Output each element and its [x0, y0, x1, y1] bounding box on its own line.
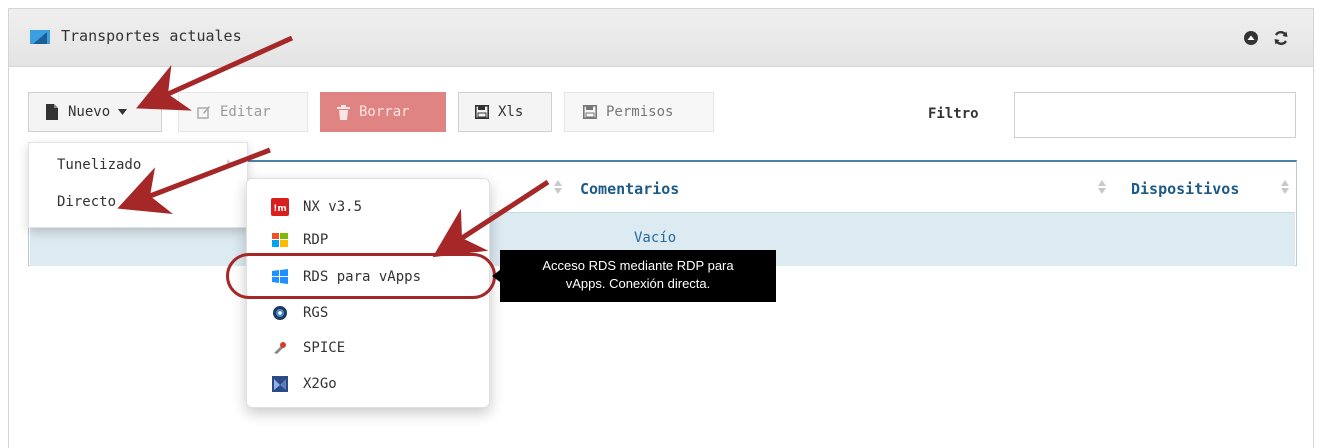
submenu-item-nx[interactable]: !m NX v3.5 [271, 196, 362, 218]
sort-icon[interactable] [1098, 180, 1106, 194]
save-icon [583, 105, 597, 119]
save-icon [475, 105, 489, 119]
permissions-button[interactable]: Permisos [564, 92, 714, 132]
panel-title: Transportes actuales [61, 27, 242, 45]
trash-icon [337, 104, 350, 120]
caret-down-icon [118, 109, 128, 115]
sort-icon[interactable] [1281, 180, 1289, 194]
panel-header: Transportes actuales [9, 9, 1313, 67]
new-button[interactable]: Nuevo [28, 92, 162, 132]
submenu-item-rgs[interactable]: RGS [271, 302, 328, 324]
spice-icon [274, 342, 286, 354]
submenu-item-label: RGS [303, 305, 329, 321]
tooltip-line: Acceso RDS mediante RDP para [542, 258, 734, 273]
new-dropdown-menu: Tunelizado Directo [28, 142, 248, 228]
edit-button-label: Editar [220, 104, 271, 120]
tooltip-line: vApps. Conexión directa. [565, 276, 711, 291]
sort-icon[interactable] [554, 180, 562, 194]
delete-button-label: Borrar [359, 104, 410, 120]
submenu-item-x2go[interactable]: X2Go [271, 373, 337, 395]
menu-item-direct[interactable]: Directo [57, 194, 116, 210]
collapse-icon[interactable] [1243, 30, 1259, 46]
x2go-icon [272, 376, 288, 392]
tooltip-arrow [492, 270, 500, 282]
filter-input[interactable] [1014, 92, 1296, 138]
submenu-item-label: NX v3.5 [303, 199, 363, 215]
xls-button[interactable]: Xls [458, 92, 552, 132]
menu-item-tunneled[interactable]: Tunelizado [57, 157, 141, 173]
refresh-icon[interactable] [1273, 30, 1289, 46]
file-icon [46, 104, 58, 120]
rgs-icon [273, 306, 287, 320]
new-button-label: Nuevo [68, 104, 111, 120]
submenu-item-rdp[interactable]: RDP [271, 229, 328, 251]
tooltip: Acceso RDS mediante RDP para vApps. Cone… [500, 250, 776, 302]
edit-button[interactable]: Editar [178, 92, 308, 132]
filter-label: Filtro [928, 106, 979, 122]
windows-icon [272, 233, 288, 247]
column-header-comments[interactable]: Comentarios [580, 180, 679, 198]
submenu-item-spice[interactable]: SPICE [271, 337, 345, 359]
submenu-caret-icon [227, 159, 233, 169]
delete-button[interactable]: Borrar [320, 92, 446, 132]
permissions-button-label: Permisos [606, 104, 674, 120]
svg-text:!m: !m [273, 204, 286, 214]
highlight-annotation [226, 253, 496, 299]
submenu-item-label: SPICE [303, 340, 346, 356]
edit-icon [197, 106, 210, 119]
column-header-devices[interactable]: Dispositivos [1131, 180, 1239, 198]
nx-icon: !m [271, 198, 289, 216]
submenu-item-label: RDP [303, 232, 329, 248]
xls-button-label: Xls [498, 104, 524, 120]
empty-table-text: Vacío [634, 230, 677, 246]
transport-icon [30, 30, 50, 44]
submenu-item-label: X2Go [303, 376, 337, 392]
